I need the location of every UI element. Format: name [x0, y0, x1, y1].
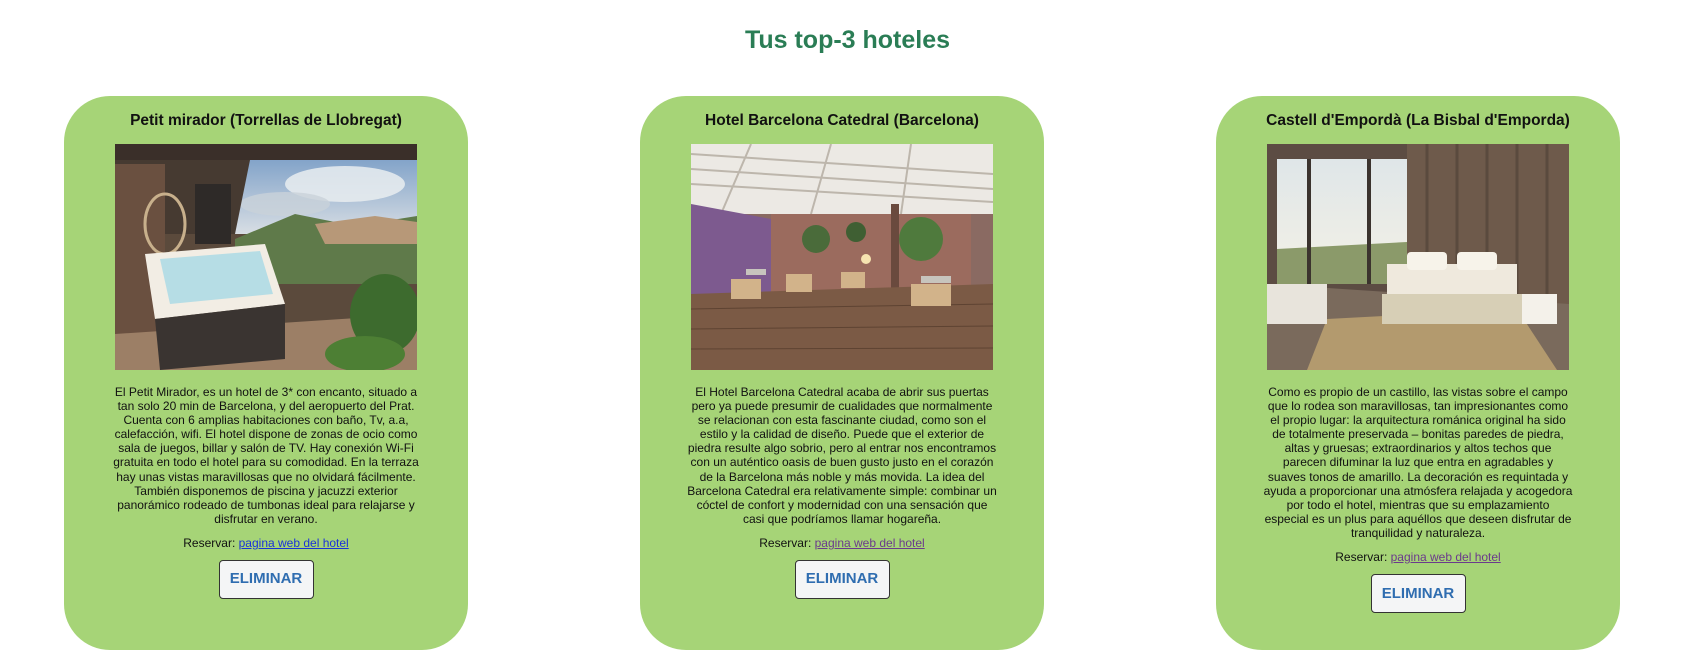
hotel-name: Castell d'Empordà (La Bisbal d'Emporda) [1266, 112, 1570, 129]
delete-button[interactable]: ELIMINAR [794, 559, 890, 599]
delete-button[interactable]: ELIMINAR [1370, 574, 1466, 614]
hotel-website-link[interactable]: pagina web del hotel [239, 536, 349, 550]
hotel-description: Como es propio de un castillo, las vista… [1263, 385, 1573, 540]
hotel-website-link[interactable]: pagina web del hotel [815, 536, 925, 550]
delete-button[interactable]: ELIMINAR [218, 559, 314, 599]
page-title: Tus top-3 hoteles [744, 26, 951, 54]
hotel-bedroom-view-photo [1267, 144, 1569, 370]
hotel-terrace-jacuzzi-photo [115, 144, 417, 370]
reserve-label: Reservar: [759, 535, 812, 550]
hotel-card: Petit mirador (Torrellas de Llobregat) E… [64, 96, 468, 650]
hotel-card: Hotel Barcelona Catedral (Barcelona) El … [640, 96, 1044, 650]
hotel-description: El Hotel Barcelona Catedral acaba de abr… [687, 385, 997, 526]
hotel-rooftop-terrace-photo [691, 144, 993, 370]
hotel-name: Hotel Barcelona Catedral (Barcelona) [705, 112, 979, 129]
reserve-line: Reservar: pagina web del hotel [640, 536, 1044, 550]
reserve-line: Reservar: pagina web del hotel [1216, 550, 1620, 564]
reserve-label: Reservar: [183, 535, 236, 550]
hotel-name: Petit mirador (Torrellas de Llobregat) [130, 112, 402, 129]
hotel-card: Castell d'Empordà (La Bisbal d'Emporda) [1216, 96, 1620, 650]
reserve-line: Reservar: pagina web del hotel [64, 536, 468, 550]
hotel-description: El Petit Mirador, es un hotel de 3* con … [113, 385, 419, 526]
hotel-website-link[interactable]: pagina web del hotel [1391, 550, 1501, 564]
reserve-label: Reservar: [1335, 550, 1388, 565]
